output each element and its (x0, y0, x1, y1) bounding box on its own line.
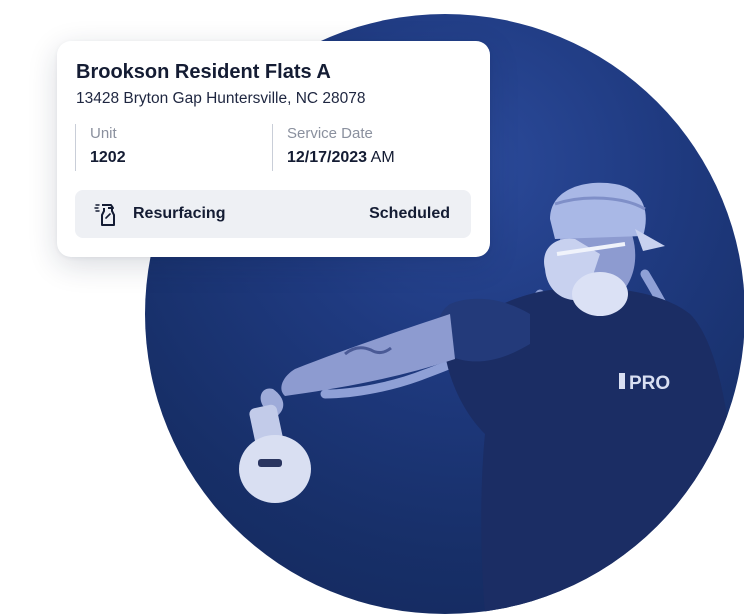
status-badge: Scheduled (369, 205, 450, 222)
service-date-detail: Service Date 12/17/2023 AM (272, 124, 395, 171)
spray-bottle-icon (94, 201, 122, 227)
property-name: Brookson Resident Flats A (76, 61, 331, 83)
unit-detail: Unit 1202 (75, 124, 126, 171)
property-address: 13428 Bryton Gap Huntersville, NC 28078 (76, 90, 366, 107)
service-date-label: Service Date (287, 125, 373, 142)
shirt-logo-text: PRO (629, 373, 670, 394)
unit-value: 1202 (90, 149, 126, 167)
service-status-bar[interactable]: Resurfacing Scheduled (75, 190, 471, 238)
service-date: 12/17/2023 (287, 149, 368, 166)
unit-number: 1202 (90, 149, 126, 166)
unit-label: Unit (90, 125, 117, 142)
service-type: Resurfacing (133, 205, 226, 222)
service-date-value: 12/17/2023 AM (287, 149, 395, 167)
service-date-period: AM (370, 149, 395, 166)
property-card[interactable]: Brookson Resident Flats A 13428 Bryton G… (57, 41, 490, 257)
